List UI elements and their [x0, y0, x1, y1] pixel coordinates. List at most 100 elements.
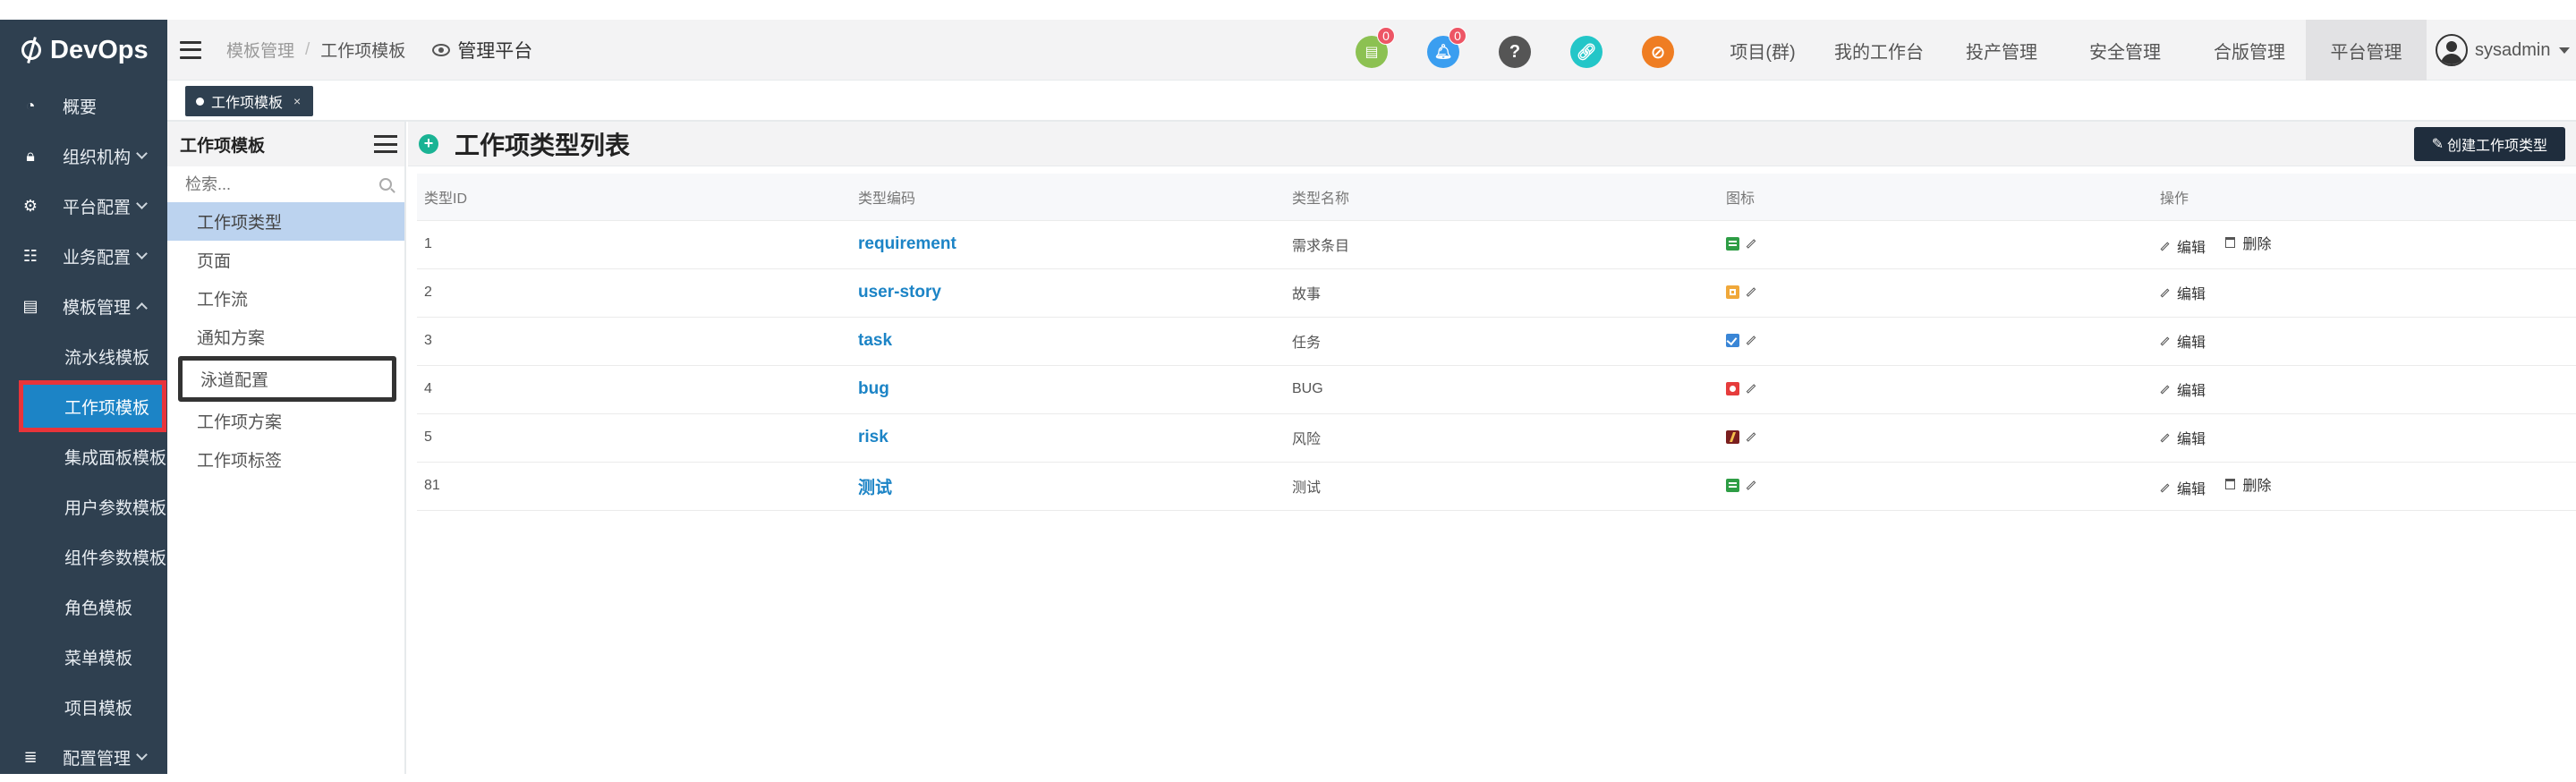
cell-code-link[interactable]: user-story: [851, 268, 1285, 318]
bell-notification-button[interactable]: 🔔︎ 0: [1427, 27, 1467, 68]
chevron-down-icon: [136, 198, 148, 209]
edit-button[interactable]: 编辑: [2160, 330, 2206, 352]
delete-button[interactable]: 删除: [2225, 232, 2271, 253]
edit-button[interactable]: 编辑: [2160, 427, 2206, 448]
column-header: 类型名称: [1285, 174, 1719, 221]
sidebar-subitem-integration-panel-template[interactable]: 集成面板模板: [0, 431, 167, 481]
sidebar-item-template-management[interactable]: ▤ 模板管理: [0, 281, 167, 331]
sidebar-toggle-icon[interactable]: [180, 40, 201, 59]
edit-button[interactable]: 编辑: [2160, 378, 2206, 400]
template-menu-item-swimlane-config[interactable]: 泳道配置: [178, 356, 396, 402]
topnav-label: 投产管理: [1966, 42, 2037, 63]
cell-name: 测试: [1285, 462, 1719, 511]
topnav-platform-management[interactable]: 平台管理: [2306, 20, 2427, 81]
cell-actions: 编辑: [2153, 365, 2576, 414]
edit-icon[interactable]: [1746, 432, 1756, 443]
sidebar-subitem-component-param-template[interactable]: 组件参数模板: [0, 531, 167, 582]
table-row: 3 task 任务 编辑: [417, 317, 2576, 366]
edit-icon[interactable]: [1746, 384, 1756, 395]
template-menu-title: 工作项模板: [180, 136, 266, 156]
topnav-merge-management[interactable]: 合版管理: [2196, 20, 2303, 81]
trash-icon: [2225, 236, 2236, 248]
green-list-icon: [1726, 479, 1739, 493]
cell-code-link[interactable]: 测试: [851, 462, 1285, 511]
search-icon[interactable]: [379, 178, 392, 191]
edit-label: 编辑: [2177, 482, 2206, 498]
sidebar-item-business-config[interactable]: ☷ 业务配置: [0, 231, 167, 281]
sidebar-item-overview[interactable]: ◔ 概要: [0, 81, 167, 131]
column-header: 类型编码: [851, 174, 1285, 221]
chevron-down-icon: [136, 248, 148, 259]
sidebar-subitem-project-template[interactable]: 项目模板: [0, 682, 167, 732]
platform-switch[interactable]: 管理平台: [432, 37, 532, 64]
sidebar-subitem-label: 流水线模板: [64, 348, 150, 368]
ban-icon: ⊘: [1650, 42, 1666, 63]
delete-label: 删除: [2242, 236, 2272, 252]
template-menu-item-workitem-scheme[interactable]: 工作项方案: [167, 402, 404, 440]
topnav-my-workbench[interactable]: 我的工作台: [1821, 20, 1937, 81]
column-header: 类型ID: [417, 174, 851, 221]
user-menu[interactable]: sysadmin: [2436, 20, 2571, 81]
menu-item-label: 工作项类型: [197, 214, 283, 233]
cell-code-link[interactable]: requirement: [851, 220, 1285, 269]
edit-button[interactable]: 编辑: [2160, 235, 2206, 257]
sliders-icon: ☷: [22, 246, 38, 265]
template-menu-item-pages[interactable]: 页面: [167, 241, 404, 279]
tab-workitem-template[interactable]: 工作项模板 ×: [185, 86, 314, 116]
help-button[interactable]: ?: [1499, 36, 1531, 68]
edit-button[interactable]: 编辑: [2160, 282, 2206, 303]
table-row: 4 bug BUG 编辑: [417, 365, 2576, 414]
edit-icon[interactable]: [1746, 239, 1756, 250]
edit-icon[interactable]: [1746, 480, 1756, 491]
template-menu-item-workitem-tags[interactable]: 工作项标签: [167, 440, 404, 479]
edit-icon[interactable]: [1746, 287, 1756, 298]
template-menu-item-workitem-types[interactable]: 工作项类型: [167, 202, 404, 241]
sidebar-item-config-management[interactable]: ≣ 配置管理: [0, 732, 167, 782]
task-notification-button[interactable]: ▤ 0: [1356, 27, 1395, 68]
topnav-label: 项目(群): [1730, 42, 1796, 63]
sidebar-subitem-menu-template[interactable]: 菜单模板: [0, 632, 167, 682]
edit-label: 编辑: [2177, 384, 2206, 399]
question-icon: ?: [1509, 41, 1521, 62]
trash-icon: [2225, 478, 2236, 489]
edit-button[interactable]: 编辑: [2160, 477, 2206, 498]
sidebar-subitem-user-param-template[interactable]: 用户参数模板: [0, 481, 167, 531]
sidebar-subitem-role-template[interactable]: 角色模板: [0, 582, 167, 632]
app-logo[interactable]: DevOps: [0, 20, 167, 81]
topnav-projects[interactable]: 项目(群): [1713, 20, 1812, 81]
delete-button[interactable]: 删除: [2225, 473, 2271, 495]
breadcrumb-separator: /: [305, 39, 310, 59]
search-input[interactable]: [185, 174, 364, 194]
main-sidebar: DevOps ◔ 概要 🔒︎ 组织机构 ⚙ 平台配置 ☷ 业务配置 ▤ 模板管理…: [0, 20, 167, 774]
cell-code-link[interactable]: bug: [851, 365, 1285, 414]
topnav-release-management[interactable]: 投产管理: [1948, 20, 2055, 81]
cell-id: 81: [417, 462, 851, 511]
breadcrumb-current: 工作项模板: [320, 42, 406, 61]
column-header: 图标: [1719, 174, 2153, 221]
cell-code-link[interactable]: risk: [851, 413, 1285, 463]
cell-code-link[interactable]: task: [851, 317, 1285, 366]
topnav-label: 我的工作台: [1834, 42, 1924, 63]
edit-icon[interactable]: [1746, 336, 1756, 346]
topnav-security-management[interactable]: 安全管理: [2071, 20, 2179, 81]
top-header: 模板管理 / 工作项模板 管理平台 ▤ 0 🔔︎ 0 ? 🔗︎ ⊘ 项目(群) …: [167, 20, 2576, 81]
link-button[interactable]: 🔗︎: [1570, 36, 1603, 68]
sidebar-item-platform-config[interactable]: ⚙ 平台配置: [0, 181, 167, 231]
sidebar-subitem-label: 组件参数模板: [64, 548, 167, 568]
block-button[interactable]: ⊘: [1642, 36, 1674, 68]
sidebar-subitem-workitem-template[interactable]: 工作项模板: [19, 380, 166, 432]
lock-icon: 🔒︎: [26, 146, 35, 165]
column-header: 操作: [2153, 174, 2576, 221]
sidebar-subitem-pipeline-template[interactable]: 流水线模板: [0, 331, 167, 381]
create-workitem-type-button[interactable]: ✎ 创建工作项类型: [2413, 127, 2565, 161]
template-menu-item-workflow[interactable]: 工作流: [167, 279, 404, 318]
database-icon: ≣: [23, 747, 38, 766]
sidebar-item-organization[interactable]: 🔒︎ 组织机构: [0, 131, 167, 181]
menu-icon[interactable]: [374, 135, 397, 153]
edit-icon: [2160, 385, 2170, 394]
template-menu-item-notification-scheme[interactable]: 通知方案: [167, 318, 404, 356]
breadcrumb-item[interactable]: 模板管理: [226, 38, 294, 62]
tab-close-icon[interactable]: ×: [293, 94, 301, 108]
main-content: + 工作项类型列表 ✎ 创建工作项类型 类型ID 类型编码 类型名称 图标 操作…: [408, 122, 2576, 774]
cell-name: 故事: [1285, 268, 1719, 318]
